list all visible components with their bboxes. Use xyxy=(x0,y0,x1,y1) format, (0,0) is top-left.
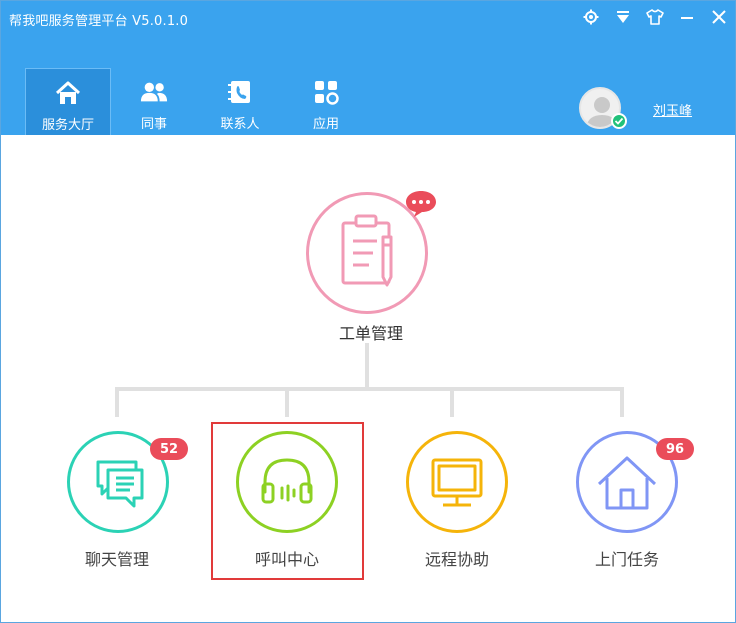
gear-icon[interactable] xyxy=(581,7,601,27)
call-center-button[interactable] xyxy=(236,431,338,533)
close-icon[interactable] xyxy=(709,7,729,27)
monitor-icon xyxy=(431,458,483,507)
app-title: 帮我吧服务管理平台 V5.0.1.0 xyxy=(9,14,189,29)
window-controls xyxy=(581,7,729,27)
nav-item-label: 联系人 xyxy=(220,117,260,132)
headset-icon xyxy=(261,458,313,504)
home-icon xyxy=(54,79,82,107)
remote-assist-label: 远程协助 xyxy=(424,550,489,569)
nav-item-contacts[interactable]: 联系人 xyxy=(197,68,283,135)
nav-item-label: 应用 xyxy=(312,117,339,132)
onsite-task-badge: 96 xyxy=(656,438,694,460)
chat-management-label: 聊天管理 xyxy=(84,550,149,569)
online-status-icon xyxy=(611,113,627,129)
apps-icon xyxy=(312,78,340,106)
main-nav: 服务大厅 同事 联系人 应用 xyxy=(25,68,369,135)
onsite-task-label: 上门任务 xyxy=(594,550,659,569)
nav-item-colleagues[interactable]: 同事 xyxy=(111,68,197,135)
nav-item-apps[interactable]: 应用 xyxy=(283,68,369,135)
app-window: 帮我吧服务管理平台 V5.0.1.0 服务大厅 同事 联系人 应用 刘玉峰 工单… xyxy=(0,0,736,623)
dropdown-icon[interactable] xyxy=(613,7,633,27)
nav-item-label: 服务大厅 xyxy=(41,118,94,133)
colleagues-icon xyxy=(140,78,168,106)
username-link[interactable]: 刘玉峰 xyxy=(653,100,692,119)
nav-item-service-hall[interactable]: 服务大厅 xyxy=(25,68,111,135)
shirt-icon[interactable] xyxy=(645,7,665,27)
call-center-label: 呼叫中心 xyxy=(254,550,319,569)
minimize-icon[interactable] xyxy=(677,7,697,27)
chat-bubble-icon xyxy=(404,189,438,219)
nav-item-label: 同事 xyxy=(140,117,167,132)
hub-label: 工单管理 xyxy=(338,324,403,343)
remote-assist-button[interactable] xyxy=(406,431,508,533)
contacts-icon xyxy=(226,78,254,106)
chat-unread-badge: 52 xyxy=(150,438,188,460)
